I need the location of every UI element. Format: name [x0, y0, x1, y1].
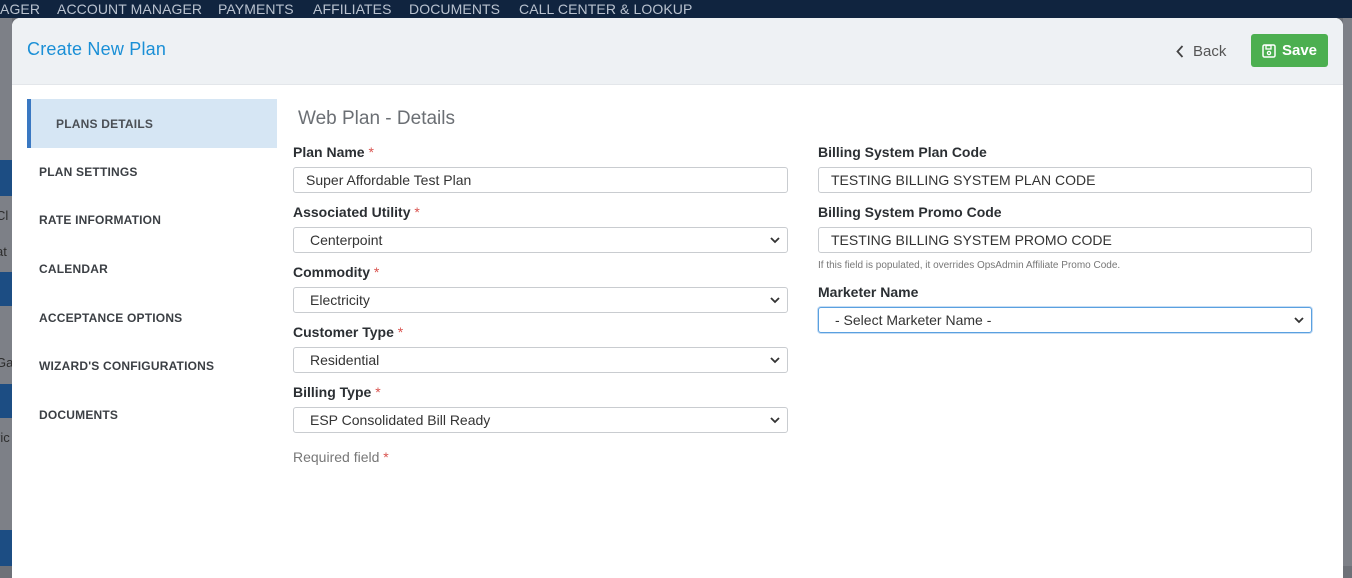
- commodity-label-text: Commodity: [293, 264, 370, 280]
- billing-promo-code-label: Billing System Promo Code: [818, 204, 1002, 220]
- sidebar-item-calendar[interactable]: CALENDAR: [27, 244, 277, 293]
- associated-utility-label-text: Associated Utility: [293, 204, 411, 220]
- required-field-text: Required field: [293, 449, 380, 465]
- chevron-down-icon: [770, 237, 780, 244]
- save-button[interactable]: Save: [1251, 34, 1328, 67]
- sidebar-item-label: PLANS DETAILS: [56, 116, 154, 131]
- sidebar-item-documents[interactable]: DOCUMENTS: [27, 390, 277, 439]
- save-label: Save: [1281, 42, 1318, 59]
- required-field-note: Required field *: [293, 449, 389, 465]
- sidebar-item-label: ACCEPTANCE OPTIONS: [39, 310, 183, 325]
- customer-type-select[interactable]: Residential: [293, 347, 788, 373]
- required-asterisk: *: [368, 144, 374, 160]
- chevron-down-icon: [770, 297, 780, 304]
- required-asterisk: *: [373, 264, 380, 280]
- back-label: Back: [1193, 42, 1227, 60]
- sidebar-item-plans-details[interactable]: PLANS DETAILS: [27, 99, 277, 148]
- commodity-select[interactable]: Electricity: [293, 287, 788, 313]
- modal-title: Create New Plan: [27, 39, 167, 59]
- sidebar-item-label: CALENDAR: [39, 261, 108, 276]
- back-button[interactable]: Back: [1176, 40, 1226, 62]
- nav-item-account-manager[interactable]: ACCOUNT MANAGER: [57, 0, 202, 18]
- marketer-name-value: - Select Marketer Name -: [835, 312, 992, 328]
- background-block: [0, 384, 12, 418]
- modal-header: Create New Plan Back Save: [12, 18, 1343, 85]
- background-block: [0, 160, 12, 196]
- background-top-nav: AGER ACCOUNT MANAGER PAYMENTS AFFILIATES…: [0, 0, 1352, 18]
- plan-name-label-text: Plan Name: [293, 144, 365, 160]
- billing-type-value: ESP Consolidated Bill Ready: [310, 412, 491, 428]
- sidebar-item-rate-information[interactable]: RATE INFORMATION: [27, 195, 277, 244]
- billing-promo-code-value: TESTING BILLING SYSTEM PROMO CODE: [831, 232, 1112, 248]
- marketer-name-select[interactable]: - Select Marketer Name -: [818, 307, 1312, 333]
- commodity-value: Electricity: [310, 292, 370, 308]
- associated-utility-select[interactable]: Centerpoint: [293, 227, 788, 253]
- nav-item-affiliates[interactable]: AFFILIATES: [313, 0, 392, 18]
- required-asterisk: *: [383, 449, 389, 465]
- background-text: ric: [0, 430, 10, 445]
- required-asterisk: *: [414, 204, 420, 220]
- customer-type-label: Customer Type *: [293, 324, 403, 340]
- background-text: Ga: [0, 355, 12, 370]
- chevron-down-icon: [770, 417, 780, 424]
- billing-type-select[interactable]: ESP Consolidated Bill Ready: [293, 407, 788, 433]
- billing-promo-code-input[interactable]: TESTING BILLING SYSTEM PROMO CODE: [818, 227, 1312, 253]
- plan-name-value: Super Affordable Test Plan: [306, 172, 472, 188]
- nav-item-call-center[interactable]: CALL CENTER & LOOKUP: [519, 0, 692, 18]
- sidebar-item-label: WIZARD'S CONFIGURATIONS: [39, 358, 215, 373]
- billing-plan-code-label: Billing System Plan Code: [818, 144, 987, 160]
- create-plan-modal: Create New Plan Back Save PLANS DETAILS …: [12, 18, 1343, 578]
- billing-type-label-text: Billing Type: [293, 384, 372, 400]
- associated-utility-value: Centerpoint: [310, 232, 383, 248]
- background-right-strip: [1343, 18, 1352, 566]
- customer-type-label-text: Customer Type: [293, 324, 394, 340]
- sidebar-item-label: RATE INFORMATION: [39, 212, 162, 227]
- background-text: Cl: [0, 208, 9, 223]
- chevron-down-icon: [770, 357, 780, 364]
- plan-name-input[interactable]: Super Affordable Test Plan: [293, 167, 788, 193]
- background-block: [0, 530, 12, 566]
- nav-item-documents[interactable]: DOCUMENTS: [409, 0, 500, 18]
- associated-utility-label: Associated Utility *: [293, 204, 420, 220]
- sidebar-item-wizards-configurations[interactable]: WIZARD'S CONFIGURATIONS: [27, 341, 277, 390]
- sidebar-item-acceptance-options[interactable]: ACCEPTANCE OPTIONS: [27, 293, 277, 342]
- customer-type-value: Residential: [310, 352, 380, 368]
- chevron-down-icon: [1294, 317, 1304, 324]
- background-text: at: [0, 244, 7, 259]
- sidebar-item-label: DOCUMENTS: [39, 407, 119, 422]
- chevron-left-icon: [1176, 44, 1184, 58]
- required-asterisk: *: [375, 384, 381, 400]
- promo-code-help-text: If this field is populated, it overrides…: [818, 260, 1121, 271]
- nav-item-manager[interactable]: AGER: [0, 0, 40, 18]
- billing-type-label: Billing Type *: [293, 384, 381, 400]
- background-block: [0, 272, 12, 306]
- commodity-label: Commodity *: [293, 264, 379, 280]
- sidebar-item-plan-settings[interactable]: PLAN SETTINGS: [27, 147, 277, 196]
- nav-item-payments[interactable]: PAYMENTS: [218, 0, 294, 18]
- plan-name-label: Plan Name *: [293, 144, 374, 160]
- billing-plan-code-input[interactable]: TESTING BILLING SYSTEM PLAN CODE: [818, 167, 1312, 193]
- section-title: Web Plan - Details: [298, 108, 455, 129]
- required-asterisk: *: [397, 324, 404, 340]
- marketer-name-label: Marketer Name: [818, 284, 919, 300]
- sidebar-item-label: PLAN SETTINGS: [39, 164, 138, 179]
- save-icon: [1262, 43, 1276, 58]
- billing-plan-code-value: TESTING BILLING SYSTEM PLAN CODE: [831, 172, 1096, 188]
